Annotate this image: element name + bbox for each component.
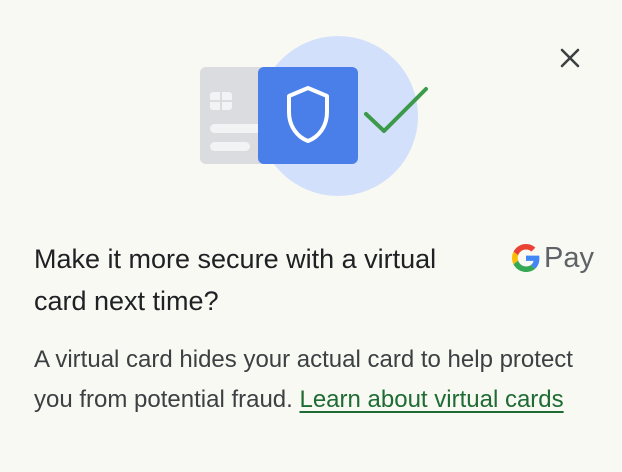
pay-wordmark: Pay [544, 242, 594, 274]
dialog-title: Make it more secure with a virtual card … [34, 244, 437, 316]
close-icon [560, 48, 580, 68]
learn-more-link[interactable]: Learn about virtual cards [299, 386, 563, 413]
google-g-icon [512, 244, 540, 272]
virtual-card-dialog: Make it more secure with a virtual card … [0, 0, 622, 472]
virtual-card-illustration [196, 30, 436, 200]
virtual-card-icon [258, 67, 358, 164]
google-pay-logo: Pay [512, 240, 594, 276]
close-button[interactable] [554, 42, 586, 74]
dialog-description: A virtual card hides your actual card to… [34, 340, 604, 420]
